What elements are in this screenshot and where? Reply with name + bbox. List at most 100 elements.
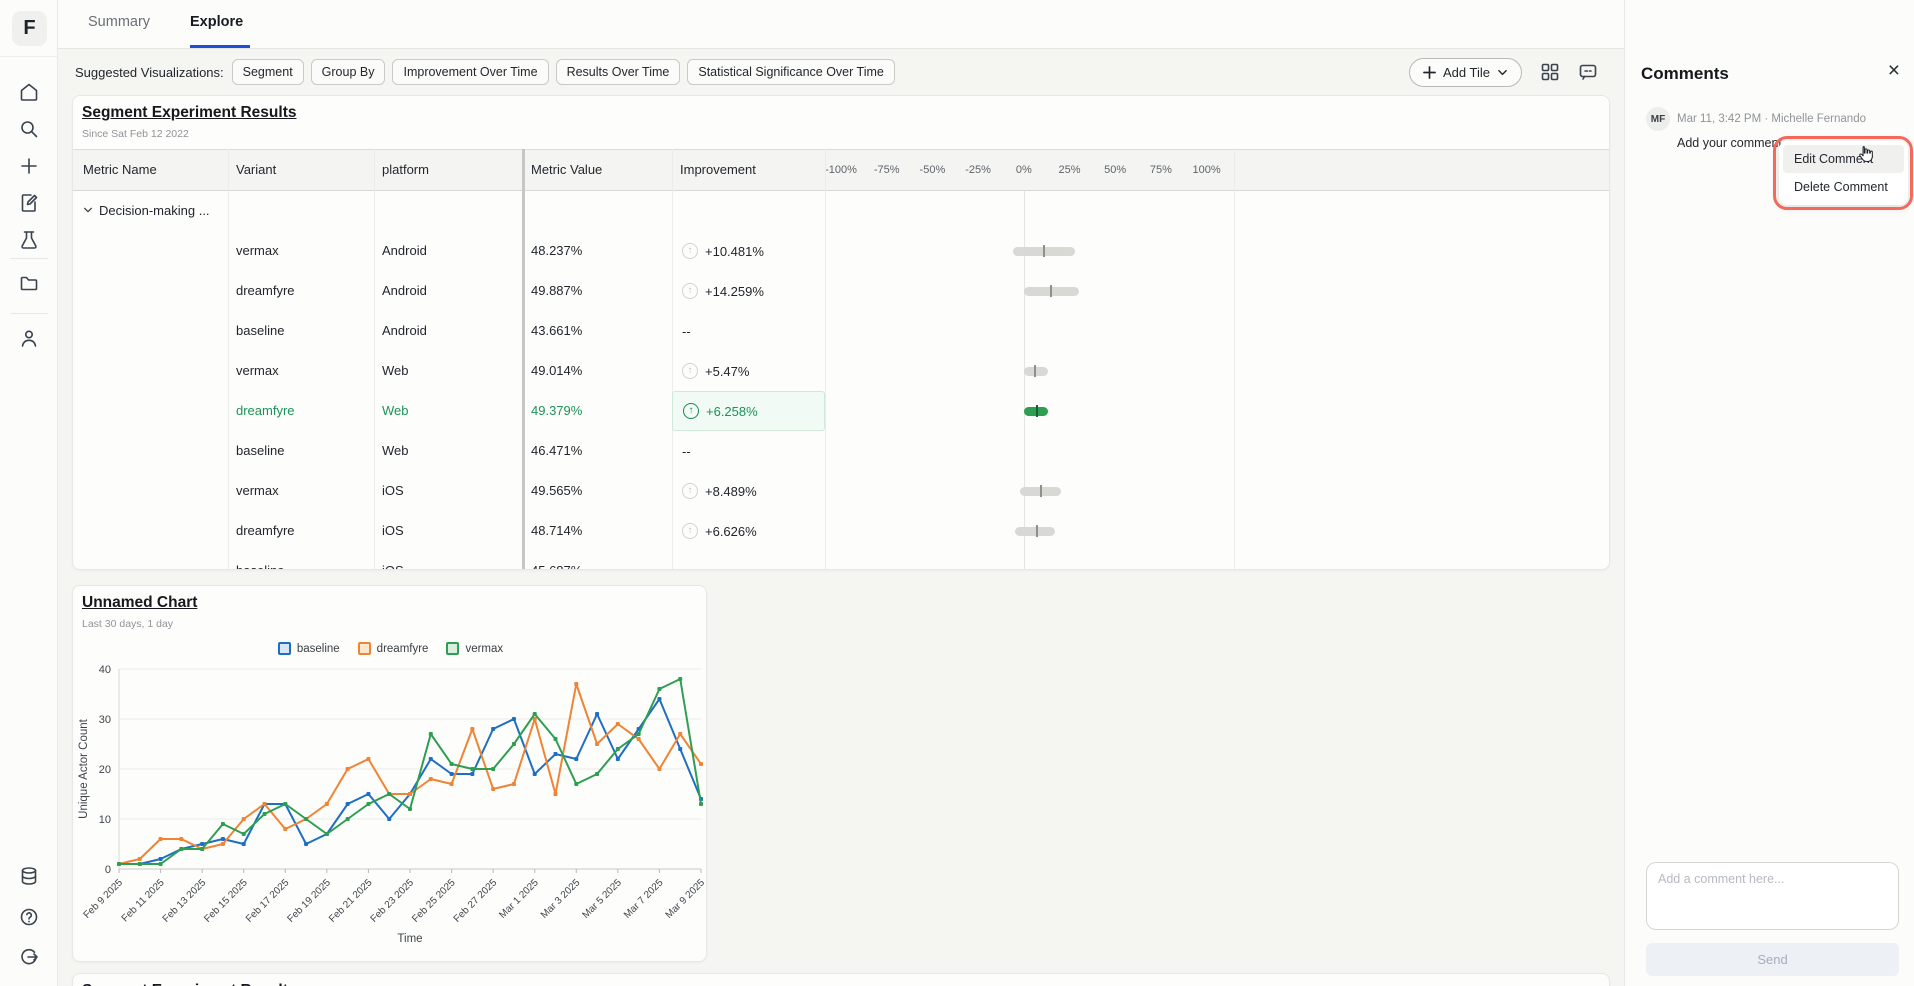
chart-title[interactable]: Unnamed Chart — [82, 594, 197, 612]
chevron-down-icon[interactable] — [83, 203, 93, 218]
data-point[interactable] — [595, 712, 599, 716]
data-point[interactable] — [283, 827, 287, 831]
data-point[interactable] — [637, 737, 641, 741]
close-icon[interactable]: × — [1888, 60, 1900, 81]
data-point[interactable] — [491, 787, 495, 791]
data-point[interactable] — [554, 752, 558, 756]
data-point[interactable] — [200, 847, 204, 851]
data-point[interactable] — [346, 802, 350, 806]
home-icon[interactable] — [18, 81, 40, 103]
database-icon[interactable] — [18, 865, 40, 887]
data-point[interactable] — [491, 767, 495, 771]
edit-comment-menu-item[interactable]: Edit Comment — [1783, 145, 1904, 173]
data-point[interactable] — [325, 802, 329, 806]
data-point[interactable] — [554, 792, 558, 796]
table-row[interactable]: baselineWeb46.471%-- — [73, 431, 1610, 471]
data-point[interactable] — [657, 697, 661, 701]
data-point[interactable] — [138, 862, 142, 866]
data-point[interactable] — [491, 727, 495, 731]
data-point[interactable] — [574, 782, 578, 786]
edit-document-icon[interactable] — [18, 192, 40, 214]
experiment-flask-icon[interactable] — [18, 229, 40, 251]
data-point[interactable] — [512, 782, 516, 786]
data-point[interactable] — [159, 857, 163, 861]
data-point[interactable] — [429, 777, 433, 781]
metric-group-row[interactable]: Decision-making ... — [83, 203, 210, 218]
data-point[interactable] — [221, 842, 225, 846]
viz-chip-results-over-time[interactable]: Results Over Time — [556, 59, 681, 85]
table-row[interactable]: vermaxiOS49.565%↑+8.489% — [73, 471, 1610, 511]
help-icon[interactable] — [18, 906, 40, 928]
tab-explore[interactable]: Explore — [190, 14, 243, 30]
data-point[interactable] — [533, 772, 537, 776]
data-point[interactable] — [325, 832, 329, 836]
data-point[interactable] — [637, 732, 641, 736]
data-point[interactable] — [678, 732, 682, 736]
data-point[interactable] — [574, 757, 578, 761]
grid-layout-icon[interactable] — [1540, 62, 1560, 82]
data-point[interactable] — [159, 837, 163, 841]
table-row[interactable]: baselineiOS45.687%-- — [73, 551, 1610, 570]
data-point[interactable] — [117, 862, 121, 866]
table-row[interactable]: vermaxAndroid48.237%↑+10.481% — [73, 231, 1610, 271]
data-point[interactable] — [242, 832, 246, 836]
data-point[interactable] — [159, 862, 163, 866]
data-point[interactable] — [616, 757, 620, 761]
data-point[interactable] — [429, 732, 433, 736]
data-point[interactable] — [179, 847, 183, 851]
data-point[interactable] — [346, 767, 350, 771]
table-row[interactable]: vermaxWeb49.014%↑+5.47% — [73, 351, 1610, 391]
presentation-comment-icon[interactable] — [1578, 62, 1598, 82]
data-point[interactable] — [616, 747, 620, 751]
data-point[interactable] — [304, 842, 308, 846]
table-row[interactable]: dreamfyreWeb49.379%↑+6.258% — [73, 391, 1610, 431]
search-icon[interactable] — [18, 118, 40, 140]
second-results-title[interactable]: Segment Experiment Results — [82, 982, 296, 986]
table-row[interactable]: baselineAndroid43.661%-- — [73, 311, 1610, 351]
data-point[interactable] — [304, 817, 308, 821]
data-point[interactable] — [616, 722, 620, 726]
data-point[interactable] — [429, 757, 433, 761]
table-row[interactable]: dreamfyreAndroid49.887%↑+14.259% — [73, 271, 1610, 311]
data-point[interactable] — [470, 772, 474, 776]
viz-chip-statistical-significance-over-time[interactable]: Statistical Significance Over Time — [687, 59, 895, 85]
delete-comment-menu-item[interactable]: Delete Comment — [1783, 173, 1904, 201]
data-point[interactable] — [699, 802, 703, 806]
data-point[interactable] — [408, 807, 412, 811]
data-point[interactable] — [200, 842, 204, 846]
data-point[interactable] — [263, 802, 267, 806]
viz-chip-group-by[interactable]: Group By — [311, 59, 386, 85]
folder-icon[interactable] — [18, 272, 40, 294]
data-point[interactable] — [512, 742, 516, 746]
send-button[interactable]: Send — [1646, 943, 1899, 976]
data-point[interactable] — [678, 677, 682, 681]
col-variant[interactable]: Variant — [236, 162, 276, 177]
data-point[interactable] — [699, 762, 703, 766]
data-point[interactable] — [366, 757, 370, 761]
data-point[interactable] — [450, 772, 454, 776]
data-point[interactable] — [138, 857, 142, 861]
data-point[interactable] — [595, 742, 599, 746]
col-platform[interactable]: platform — [382, 162, 429, 177]
person-icon[interactable] — [18, 327, 40, 349]
data-point[interactable] — [221, 837, 225, 841]
data-point[interactable] — [346, 817, 350, 821]
data-point[interactable] — [678, 747, 682, 751]
data-point[interactable] — [366, 802, 370, 806]
data-point[interactable] — [179, 837, 183, 841]
create-plus-icon[interactable] — [18, 155, 40, 177]
data-point[interactable] — [657, 767, 661, 771]
data-point[interactable] — [574, 682, 578, 686]
data-point[interactable] — [533, 712, 537, 716]
data-point[interactable] — [554, 737, 558, 741]
tab-summary[interactable]: Summary — [88, 14, 150, 30]
data-point[interactable] — [387, 817, 391, 821]
logout-icon[interactable] — [18, 946, 40, 968]
data-point[interactable] — [283, 802, 287, 806]
table-title[interactable]: Segment Experiment Results — [82, 104, 296, 122]
series-line-baseline[interactable] — [119, 699, 701, 864]
series-line-vermax[interactable] — [119, 679, 701, 864]
series-line-dreamfyre[interactable] — [119, 684, 701, 864]
data-point[interactable] — [450, 782, 454, 786]
data-point[interactable] — [657, 687, 661, 691]
